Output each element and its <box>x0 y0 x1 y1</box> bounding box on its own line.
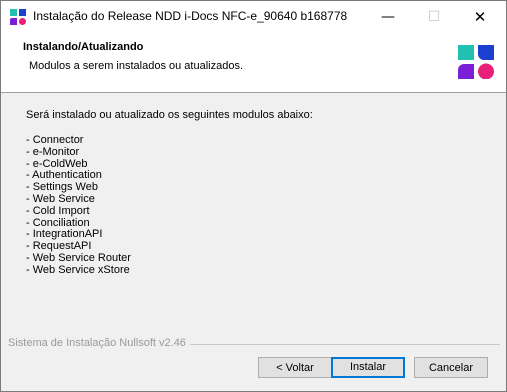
list-item: - Web Service xStore <box>26 263 130 276</box>
close-button[interactable]: ✕ <box>457 1 503 32</box>
title-bar[interactable]: Instalação do Release NDD i-Docs NFC-e_9… <box>1 1 506 32</box>
module-list: - Connector - e-Monitor - e-ColdWeb - Au… <box>26 134 313 277</box>
back-button[interactable]: < Voltar <box>258 357 332 378</box>
window-title: Instalação do Release NDD i-Docs NFC-e_9… <box>33 9 348 23</box>
list-item: - e-Monitor <box>26 145 80 158</box>
ndd-logo-icon <box>458 45 494 79</box>
page-title: Instalando/Atualizando <box>23 41 144 53</box>
minimize-button[interactable]: — <box>365 1 411 32</box>
content-area: Será instalado ou atualizado os seguinte… <box>26 109 313 277</box>
list-item: - Web Service Router <box>26 251 131 264</box>
installer-window: Instalação do Release NDD i-Docs NFC-e_9… <box>0 0 507 392</box>
app-icon <box>10 9 26 25</box>
page-subtitle: Modulos a serem instalados ou atualizado… <box>29 60 244 72</box>
intro-text: Será instalado ou atualizado os seguinte… <box>26 109 313 121</box>
header-panel: Instalando/Atualizando Modulos a serem i… <box>1 32 506 93</box>
cancel-button[interactable]: Cancelar <box>414 357 488 378</box>
list-item: - Web Service <box>26 192 95 205</box>
maximize-button[interactable]: ☐ <box>411 1 457 32</box>
install-button[interactable]: Instalar <box>331 357 405 378</box>
installer-brand: Sistema de Instalação Nullsoft v2.46 <box>8 337 190 349</box>
list-item: - Cold Import <box>26 204 90 217</box>
